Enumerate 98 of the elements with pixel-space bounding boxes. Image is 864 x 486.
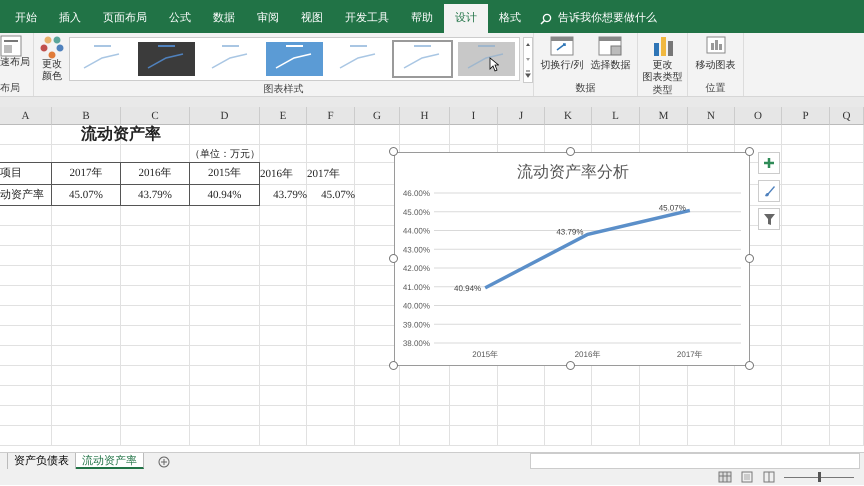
column-header[interactable]: H bbox=[400, 107, 450, 125]
column-header[interactable]: D bbox=[190, 107, 260, 125]
sheet-tab[interactable]: 流动资产率 bbox=[76, 453, 144, 469]
table-cell-text: 45.07% bbox=[69, 188, 103, 203]
axis-tick-label: 45.00% bbox=[402, 208, 430, 217]
search-field[interactable]: 告诉我你想要做什么 bbox=[556, 9, 676, 28]
table-cell-text: 2017年 bbox=[307, 166, 340, 182]
horizontal-scrollbar[interactable] bbox=[530, 453, 860, 469]
axis-category-label: 2016年 bbox=[574, 350, 600, 359]
table-cell-text: 2017年 bbox=[70, 166, 102, 182]
chart-title: 流动资产率分析 bbox=[517, 164, 629, 181]
axis-tick-label: 41.00% bbox=[402, 282, 430, 292]
cursor-icon bbox=[489, 56, 499, 72]
table-cell-text: 2016年 bbox=[260, 166, 293, 182]
chart-style-thumbnail[interactable] bbox=[456, 40, 517, 78]
palette-icon bbox=[40, 35, 64, 59]
add-sheet-icon[interactable] bbox=[158, 456, 170, 468]
ribbon-tab[interactable]: 审阅 bbox=[246, 4, 290, 33]
axis-tick-label: 38.00% bbox=[402, 339, 430, 348]
ribbon-tab[interactable]: 设计 bbox=[444, 4, 488, 33]
page-layout-icon[interactable] bbox=[740, 471, 754, 483]
column-header[interactable]: A bbox=[0, 107, 52, 125]
ribbon-tab[interactable]: 开发工具 bbox=[334, 4, 400, 33]
chart-style-thumbnail[interactable] bbox=[136, 40, 197, 78]
axis-tick-label: 46.00% bbox=[402, 189, 430, 198]
column-header[interactable]: I bbox=[450, 107, 498, 125]
select-data-button[interactable]: 选择数据 bbox=[588, 35, 632, 72]
style-gallery[interactable] bbox=[69, 37, 520, 81]
unit-note: （单位：万元） bbox=[190, 148, 260, 162]
ribbon-tab[interactable]: 视图 bbox=[290, 4, 334, 33]
table-cell-text: 45.07% bbox=[321, 188, 355, 204]
add-icon[interactable] bbox=[762, 156, 776, 170]
resize-handle[interactable] bbox=[389, 361, 398, 370]
axis-category-label: 2015年 bbox=[472, 350, 498, 359]
switch-row-column-button[interactable]: 切换行/列 bbox=[538, 35, 586, 72]
resize-handle[interactable] bbox=[566, 361, 575, 370]
data-label: 43.79% bbox=[556, 227, 584, 236]
group-label: 布局 bbox=[0, 82, 21, 96]
group-label: 类型 bbox=[652, 84, 674, 98]
axis-tick-label: 43.00% bbox=[402, 245, 430, 254]
sheet-title: 流动资产率 bbox=[81, 124, 161, 145]
axis-category-label: 2017年 bbox=[676, 350, 703, 359]
ribbon-tab[interactable]: 格式 bbox=[488, 4, 532, 33]
resize-handle[interactable] bbox=[389, 254, 398, 263]
brush-icon[interactable] bbox=[762, 184, 776, 198]
table-cell-text: 43.79% bbox=[138, 188, 172, 203]
resize-handle[interactable] bbox=[745, 361, 754, 370]
table-cell-text: 40.94% bbox=[208, 188, 242, 203]
change-colors-button[interactable]: 更改 颜色 bbox=[38, 35, 66, 83]
column-header[interactable]: J bbox=[498, 107, 545, 125]
resize-handle[interactable] bbox=[745, 147, 754, 156]
page-break-icon[interactable] bbox=[762, 471, 776, 483]
chart-area[interactable]: 流动资产率分析 38.00% 39.00% 40.00% 41.00% 42.00% 43.00% 44.00% 45.00% 46.00% 2015年 2016年 2017年 40.94% 43.79% 45.07% bbox=[394, 152, 750, 366]
resize-handle[interactable] bbox=[389, 147, 398, 156]
chart-style-thumbnail[interactable] bbox=[264, 40, 325, 78]
table-cell-text: 43.79% bbox=[273, 188, 307, 204]
chart-style-thumbnail[interactable] bbox=[392, 40, 453, 78]
filter-icon[interactable] bbox=[762, 212, 776, 226]
table-cell-text: 2015年 bbox=[208, 166, 241, 182]
column-header[interactable]: E bbox=[260, 107, 307, 125]
column-header[interactable]: B bbox=[52, 107, 121, 125]
change-chart-type-button[interactable]: 更改 图表类型 bbox=[640, 35, 684, 84]
column-header[interactable]: Q bbox=[830, 107, 864, 125]
column-header[interactable]: N bbox=[688, 107, 735, 125]
column-header[interactable]: P bbox=[782, 107, 830, 125]
column-header[interactable]: L bbox=[592, 107, 640, 125]
data-label: 40.94% bbox=[454, 284, 482, 293]
column-header[interactable]: O bbox=[735, 107, 782, 125]
ribbon-tab[interactable]: 插入 bbox=[48, 4, 92, 33]
column-header[interactable]: C bbox=[121, 107, 190, 125]
ribbon-tab[interactable]: 公式 bbox=[158, 4, 202, 33]
gallery-scroll-icon[interactable] bbox=[523, 37, 533, 83]
column-header[interactable]: F bbox=[307, 107, 355, 125]
axis-tick-label: 39.00% bbox=[402, 320, 430, 330]
table-cell-text: 动资产率 bbox=[0, 188, 44, 203]
resize-handle[interactable] bbox=[566, 147, 575, 156]
search-icon bbox=[540, 12, 552, 24]
data-label: 45.07% bbox=[658, 203, 686, 212]
column-header[interactable]: G bbox=[355, 107, 400, 125]
zoom-slider[interactable] bbox=[784, 472, 854, 482]
group-label: 图表样式 bbox=[262, 83, 304, 97]
ribbon-tab[interactable]: 开始 bbox=[4, 4, 48, 33]
table-cell-text: 项目 bbox=[0, 166, 22, 182]
ribbon-tab[interactable]: 数据 bbox=[202, 4, 246, 33]
ribbon-tab[interactable]: 帮助 bbox=[400, 4, 444, 33]
column-header[interactable]: M bbox=[640, 107, 688, 125]
quick-layout-button[interactable]: 速布局 bbox=[0, 35, 30, 69]
group-label: 位置 bbox=[704, 82, 726, 96]
resize-handle[interactable] bbox=[745, 254, 754, 263]
axis-tick-label: 44.00% bbox=[402, 226, 430, 236]
column-header[interactable]: K bbox=[545, 107, 592, 125]
table-cell-text: 2016年 bbox=[138, 166, 172, 182]
move-chart-button[interactable]: 移动图表 bbox=[694, 35, 738, 72]
ribbon-tab[interactable]: 页面布局 bbox=[92, 4, 158, 33]
normal-view-icon[interactable] bbox=[718, 471, 732, 483]
group-label: 数据 bbox=[574, 82, 596, 96]
axis-tick-label: 40.00% bbox=[402, 302, 430, 310]
axis-tick-label: 42.00% bbox=[402, 264, 430, 273]
